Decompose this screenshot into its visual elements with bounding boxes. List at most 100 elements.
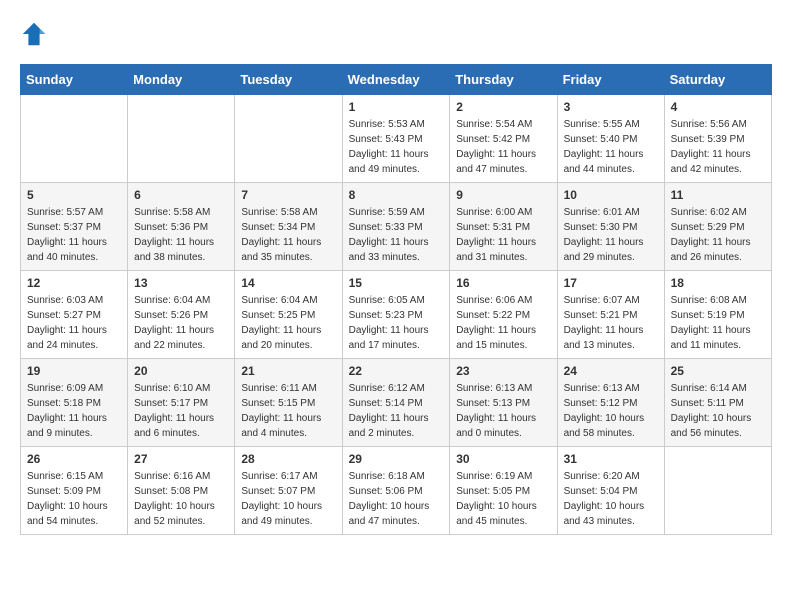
calendar-cell: 17 Sunrise: 6:07 AM Sunset: 5:21 PM Dayli…	[557, 271, 664, 359]
day-info: Sunrise: 6:07 AM Sunset: 5:21 PM Dayligh…	[564, 293, 658, 353]
calendar-cell: 5 Sunrise: 5:57 AM Sunset: 5:37 PM Daylig…	[21, 183, 128, 271]
calendar-cell: 31 Sunrise: 6:20 AM Sunset: 5:04 PM Dayli…	[557, 447, 664, 535]
calendar-cell: 6 Sunrise: 5:58 AM Sunset: 5:36 PM Daylig…	[128, 183, 235, 271]
day-number: 19	[27, 364, 121, 378]
calendar-cell: 12 Sunrise: 6:03 AM Sunset: 5:27 PM Dayli…	[21, 271, 128, 359]
calendar-cell: 8Sunrise: 5:59 AM Sunset: 5:33 PM Daylig…	[342, 183, 450, 271]
weekday-header: Sunday	[21, 65, 128, 95]
day-info: Sunrise: 6:17 AM Sunset: 5:07 PM Dayligh…	[241, 469, 335, 529]
day-number: 18	[671, 276, 765, 290]
day-info: Sunrise: 5:53 AM Sunset: 5:43 PM Dayligh…	[349, 117, 444, 177]
day-number: 8	[349, 188, 444, 202]
day-number: 17	[564, 276, 658, 290]
day-number: 7	[241, 188, 335, 202]
day-info: Sunrise: 5:58 AM Sunset: 5:34 PM Dayligh…	[241, 205, 335, 265]
day-number: 6	[134, 188, 228, 202]
day-info: Sunrise: 6:02 AM Sunset: 5:29 PM Dayligh…	[671, 205, 765, 265]
day-info: Sunrise: 6:18 AM Sunset: 5:06 PM Dayligh…	[349, 469, 444, 529]
day-info: Sunrise: 6:11 AM Sunset: 5:15 PM Dayligh…	[241, 381, 335, 441]
calendar-cell: 3Sunrise: 5:55 AM Sunset: 5:40 PM Daylig…	[557, 95, 664, 183]
day-info: Sunrise: 6:12 AM Sunset: 5:14 PM Dayligh…	[349, 381, 444, 441]
calendar-cell: 27 Sunrise: 6:16 AM Sunset: 5:08 PM Dayli…	[128, 447, 235, 535]
calendar-cell: 11Sunrise: 6:02 AM Sunset: 5:29 PM Dayli…	[664, 183, 771, 271]
day-info: Sunrise: 6:13 AM Sunset: 5:13 PM Dayligh…	[456, 381, 550, 441]
day-info: Sunrise: 6:04 AM Sunset: 5:26 PM Dayligh…	[134, 293, 228, 353]
day-info: Sunrise: 6:10 AM Sunset: 5:17 PM Dayligh…	[134, 381, 228, 441]
day-number: 30	[456, 452, 550, 466]
day-number: 20	[134, 364, 228, 378]
calendar-cell: 14 Sunrise: 6:04 AM Sunset: 5:25 PM Dayli…	[235, 271, 342, 359]
day-number: 13	[134, 276, 228, 290]
weekday-header: Monday	[128, 65, 235, 95]
day-number: 26	[27, 452, 121, 466]
day-number: 23	[456, 364, 550, 378]
day-number: 10	[564, 188, 658, 202]
day-info: Sunrise: 6:06 AM Sunset: 5:22 PM Dayligh…	[456, 293, 550, 353]
day-info: Sunrise: 5:57 AM Sunset: 5:37 PM Dayligh…	[27, 205, 121, 265]
calendar-cell: 24Sunrise: 6:13 AM Sunset: 5:12 PM Dayli…	[557, 359, 664, 447]
day-number: 31	[564, 452, 658, 466]
calendar-cell: 22 Sunrise: 6:12 AM Sunset: 5:14 PM Dayli…	[342, 359, 450, 447]
day-number: 4	[671, 100, 765, 114]
day-info: Sunrise: 6:15 AM Sunset: 5:09 PM Dayligh…	[27, 469, 121, 529]
calendar-cell: 23 Sunrise: 6:13 AM Sunset: 5:13 PM Dayli…	[450, 359, 557, 447]
day-number: 24	[564, 364, 658, 378]
day-info: Sunrise: 5:58 AM Sunset: 5:36 PM Dayligh…	[134, 205, 228, 265]
calendar-week-row: 1 Sunrise: 5:53 AM Sunset: 5:43 PM Daylig…	[21, 95, 772, 183]
day-number: 1	[349, 100, 444, 114]
weekday-header: Wednesday	[342, 65, 450, 95]
day-number: 15	[349, 276, 444, 290]
calendar-week-row: 5 Sunrise: 5:57 AM Sunset: 5:37 PM Daylig…	[21, 183, 772, 271]
day-number: 2	[456, 100, 550, 114]
day-number: 28	[241, 452, 335, 466]
calendar-cell: 15 Sunrise: 6:05 AM Sunset: 5:23 PM Dayli…	[342, 271, 450, 359]
calendar-week-row: 12 Sunrise: 6:03 AM Sunset: 5:27 PM Dayli…	[21, 271, 772, 359]
calendar-cell: 13 Sunrise: 6:04 AM Sunset: 5:26 PM Dayli…	[128, 271, 235, 359]
day-number: 16	[456, 276, 550, 290]
calendar-cell: 28 Sunrise: 6:17 AM Sunset: 5:07 PM Dayli…	[235, 447, 342, 535]
day-number: 21	[241, 364, 335, 378]
day-number: 12	[27, 276, 121, 290]
day-info: Sunrise: 6:00 AM Sunset: 5:31 PM Dayligh…	[456, 205, 550, 265]
day-number: 22	[349, 364, 444, 378]
calendar-cell	[128, 95, 235, 183]
calendar-cell: 29 Sunrise: 6:18 AM Sunset: 5:06 PM Dayli…	[342, 447, 450, 535]
day-number: 14	[241, 276, 335, 290]
page-header	[20, 20, 772, 48]
day-info: Sunrise: 6:05 AM Sunset: 5:23 PM Dayligh…	[349, 293, 444, 353]
calendar-cell: 25Sunrise: 6:14 AM Sunset: 5:11 PM Dayli…	[664, 359, 771, 447]
weekday-header: Friday	[557, 65, 664, 95]
calendar-cell: 1 Sunrise: 5:53 AM Sunset: 5:43 PM Daylig…	[342, 95, 450, 183]
calendar-cell: 20 Sunrise: 6:10 AM Sunset: 5:17 PM Dayli…	[128, 359, 235, 447]
day-number: 25	[671, 364, 765, 378]
calendar-cell: 10 Sunrise: 6:01 AM Sunset: 5:30 PM Dayli…	[557, 183, 664, 271]
calendar-week-row: 26 Sunrise: 6:15 AM Sunset: 5:09 PM Dayli…	[21, 447, 772, 535]
logo	[20, 20, 52, 48]
day-info: Sunrise: 5:55 AM Sunset: 5:40 PM Dayligh…	[564, 117, 658, 177]
calendar-cell: 9Sunrise: 6:00 AM Sunset: 5:31 PM Daylig…	[450, 183, 557, 271]
calendar-header-row: SundayMondayTuesdayWednesdayThursdayFrid…	[21, 65, 772, 95]
day-number: 27	[134, 452, 228, 466]
calendar-cell	[235, 95, 342, 183]
day-info: Sunrise: 6:19 AM Sunset: 5:05 PM Dayligh…	[456, 469, 550, 529]
day-info: Sunrise: 6:09 AM Sunset: 5:18 PM Dayligh…	[27, 381, 121, 441]
day-info: Sunrise: 6:20 AM Sunset: 5:04 PM Dayligh…	[564, 469, 658, 529]
calendar-cell: 19 Sunrise: 6:09 AM Sunset: 5:18 PM Dayli…	[21, 359, 128, 447]
weekday-header: Thursday	[450, 65, 557, 95]
day-info: Sunrise: 6:16 AM Sunset: 5:08 PM Dayligh…	[134, 469, 228, 529]
calendar-cell: 18 Sunrise: 6:08 AM Sunset: 5:19 PM Dayli…	[664, 271, 771, 359]
calendar-cell: 2 Sunrise: 5:54 AM Sunset: 5:42 PM Daylig…	[450, 95, 557, 183]
day-info: Sunrise: 6:04 AM Sunset: 5:25 PM Dayligh…	[241, 293, 335, 353]
day-info: Sunrise: 6:08 AM Sunset: 5:19 PM Dayligh…	[671, 293, 765, 353]
calendar-cell: 30 Sunrise: 6:19 AM Sunset: 5:05 PM Dayli…	[450, 447, 557, 535]
day-info: Sunrise: 6:03 AM Sunset: 5:27 PM Dayligh…	[27, 293, 121, 353]
calendar-cell: 7 Sunrise: 5:58 AM Sunset: 5:34 PM Daylig…	[235, 183, 342, 271]
day-number: 5	[27, 188, 121, 202]
day-number: 29	[349, 452, 444, 466]
calendar-week-row: 19 Sunrise: 6:09 AM Sunset: 5:18 PM Dayli…	[21, 359, 772, 447]
day-info: Sunrise: 6:01 AM Sunset: 5:30 PM Dayligh…	[564, 205, 658, 265]
calendar-cell	[664, 447, 771, 535]
day-info: Sunrise: 5:54 AM Sunset: 5:42 PM Dayligh…	[456, 117, 550, 177]
calendar-cell: 16 Sunrise: 6:06 AM Sunset: 5:22 PM Dayli…	[450, 271, 557, 359]
day-info: Sunrise: 5:56 AM Sunset: 5:39 PM Dayligh…	[671, 117, 765, 177]
